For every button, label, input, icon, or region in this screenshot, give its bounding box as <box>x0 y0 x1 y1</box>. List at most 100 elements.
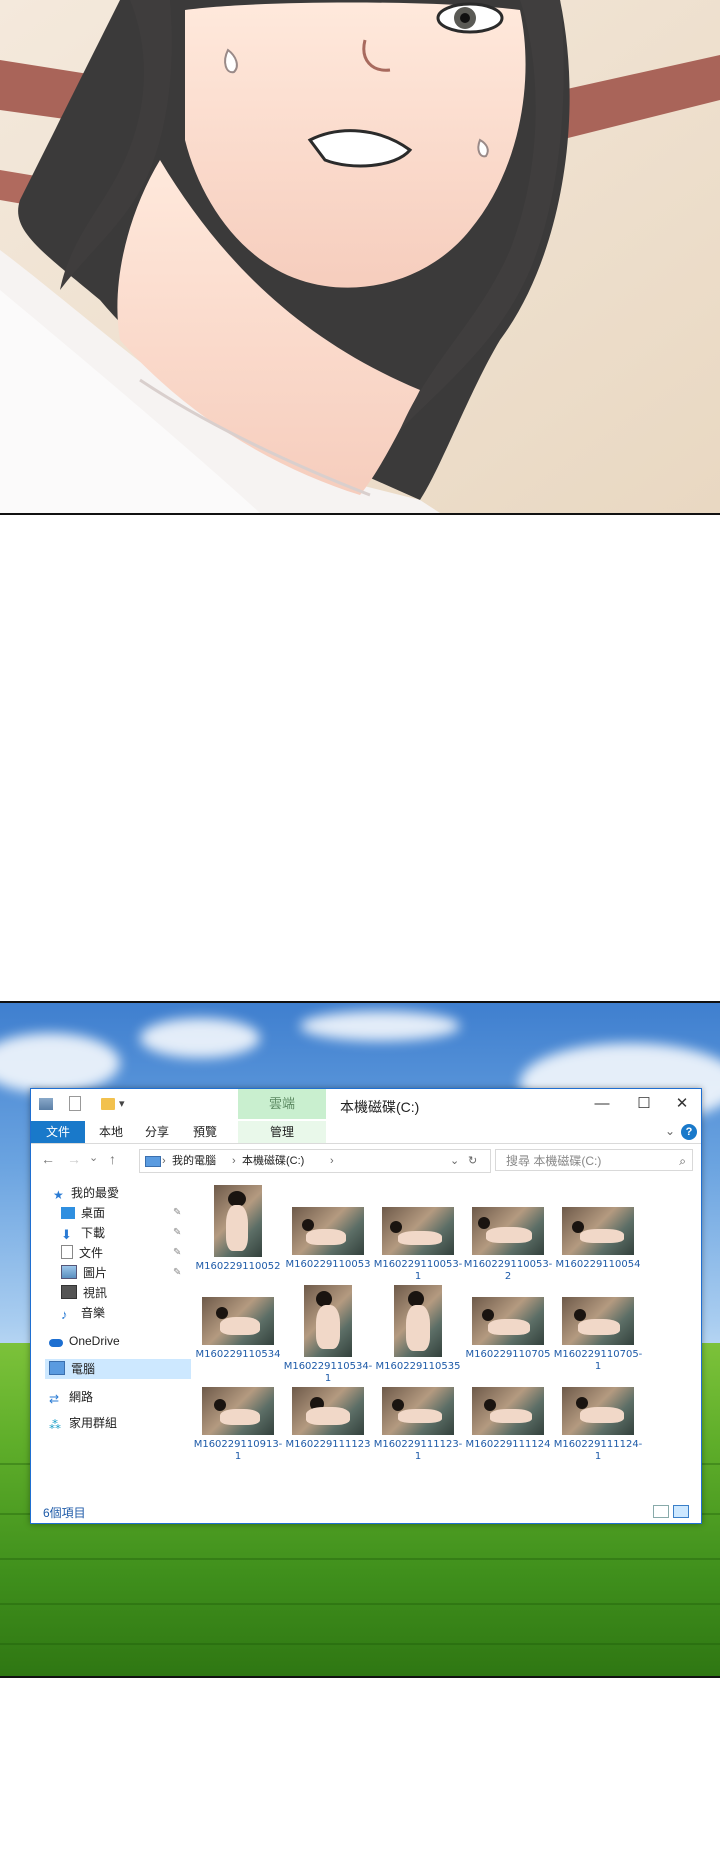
sidebar-item-documents[interactable]: 文件 <box>61 1243 103 1263</box>
file-name: M160229110705 <box>465 1349 551 1360</box>
file-thumbnail[interactable]: M160229110053-1 <box>373 1207 463 1283</box>
sidebar-item-favorites[interactable]: ★ 我的最愛 <box>53 1183 119 1203</box>
breadcrumb-separator-icon: › <box>330 1155 334 1167</box>
picture-icon <box>61 1265 77 1279</box>
image-thumbnail <box>292 1387 364 1435</box>
file-name: M160229110053 <box>285 1259 371 1270</box>
new-document-icon[interactable] <box>69 1096 81 1111</box>
document-icon <box>61 1245 73 1259</box>
sidebar-item-videos[interactable]: 視訊 <box>61 1283 107 1303</box>
file-thumbnail[interactable]: M160229111123-1 <box>373 1387 463 1463</box>
back-button[interactable]: ← <box>41 1151 55 1167</box>
file-name: M160229110053-2 <box>463 1259 553 1282</box>
sidebar-item-this-pc[interactable]: 電腦 <box>45 1359 191 1379</box>
close-button[interactable]: ✕ <box>667 1093 697 1115</box>
file-thumbnail[interactable]: M160229110535 <box>373 1285 463 1373</box>
star-icon: ★ <box>53 1188 64 1202</box>
item-count: 6個項目 <box>43 1506 86 1520</box>
sidebar-item-downloads[interactable]: ⬇ 下載 <box>61 1223 105 1243</box>
sidebar-item-label: 視訊 <box>83 1286 108 1300</box>
sidebar-item-label: 圖片 <box>83 1266 108 1280</box>
search-placeholder: 搜尋 本機磁碟(C:) <box>506 1154 602 1168</box>
sidebar-item-label: 文件 <box>79 1246 104 1260</box>
file-name: M160229111123-1 <box>373 1439 463 1462</box>
sidebar-item-label: 家用群組 <box>69 1416 118 1430</box>
file-thumbnail[interactable]: M160229111124 <box>463 1387 553 1451</box>
large-icons-view-icon[interactable] <box>673 1505 689 1518</box>
sidebar-item-label: 電腦 <box>71 1362 96 1376</box>
image-thumbnail <box>202 1297 274 1345</box>
sidebar-item-label: 我的最愛 <box>71 1186 120 1200</box>
file-thumbnail[interactable]: M160229110705-1 <box>553 1297 643 1373</box>
file-thumbnail[interactable]: M160229110052 <box>193 1185 283 1273</box>
file-thumbnail[interactable]: M160229110913-1 <box>193 1387 283 1463</box>
navigation-pane: ★ 我的最愛 桌面 ✎ ⬇ 下載 ✎ 文件 ✎ 圖片 ✎ 視訊 ♪ 音樂 One… <box>31 1177 191 1499</box>
image-thumbnail <box>472 1297 544 1345</box>
sidebar-item-label: 下載 <box>81 1226 106 1240</box>
sidebar-item-label: 網路 <box>69 1390 94 1404</box>
sidebar-item-desktop[interactable]: 桌面 <box>61 1203 105 1223</box>
breadcrumb-local-disk[interactable]: 本機磁碟(C:) <box>242 1150 304 1172</box>
file-thumbnail[interactable]: M160229110053 <box>283 1207 373 1271</box>
tab-manage[interactable]: 管理 <box>238 1121 326 1143</box>
sidebar-item-onedrive[interactable]: OneDrive <box>49 1331 120 1351</box>
file-name: M160229110534-1 <box>283 1361 373 1384</box>
address-bar[interactable]: › 我的電腦 › 本機磁碟(C:) › ⌄ ↻ <box>139 1149 491 1173</box>
help-icon[interactable]: ? <box>681 1124 697 1140</box>
breadcrumb-separator-icon: › <box>162 1155 166 1167</box>
search-icon[interactable]: ⌕ <box>679 1150 686 1172</box>
sidebar-item-homegroup[interactable]: ⁂ 家用群組 <box>49 1413 117 1433</box>
sidebar-item-music[interactable]: ♪ 音樂 <box>61 1303 105 1323</box>
recent-locations-button[interactable]: ⌄ <box>89 1151 98 1164</box>
details-view-icon[interactable] <box>653 1505 669 1518</box>
file-thumbnail[interactable]: M160229110053-2 <box>463 1207 553 1283</box>
file-thumbnail[interactable]: M160229110534 <box>193 1297 283 1361</box>
sidebar-item-label: 音樂 <box>81 1306 106 1320</box>
sidebar-item-network[interactable]: ⇄ 網路 <box>49 1387 93 1407</box>
title-bar: ▾ 雲端 本機磁碟(C:) — ☐ ✕ <box>31 1089 701 1121</box>
tab-view[interactable]: 預覽 <box>187 1121 223 1143</box>
image-thumbnail <box>394 1285 442 1357</box>
file-thumbnail[interactable]: M160229110054 <box>553 1207 643 1271</box>
file-thumbnail[interactable]: M160229111124-1 <box>553 1387 643 1463</box>
expand-ribbon-icon[interactable]: ⌄ <box>665 1124 675 1138</box>
file-name: M160229111124-1 <box>553 1439 643 1462</box>
file-name: M160229111124 <box>465 1439 551 1450</box>
file-name: M160229110534 <box>195 1349 281 1360</box>
minimize-button[interactable]: — <box>587 1093 617 1115</box>
search-input[interactable]: 搜尋 本機磁碟(C:) ⌕ <box>495 1149 693 1171</box>
tab-home[interactable]: 本地 <box>93 1121 129 1143</box>
image-thumbnail <box>214 1185 262 1257</box>
cloud-icon <box>49 1339 63 1347</box>
pin-icon: ✎ <box>173 1267 182 1278</box>
address-dropdown-icon[interactable]: ⌄ <box>450 1150 459 1172</box>
maximize-button[interactable]: ☐ <box>629 1093 659 1115</box>
image-thumbnail <box>304 1285 352 1357</box>
new-folder-icon[interactable] <box>101 1098 115 1110</box>
file-name: M160229110535 <box>375 1361 461 1372</box>
breadcrumb-this-pc[interactable]: 我的電腦 <box>172 1150 216 1172</box>
file-list: M160229110052 M160229110053 M16022911005… <box>193 1177 698 1499</box>
file-thumbnail[interactable]: M160229110705 <box>463 1297 553 1361</box>
refresh-icon[interactable]: ↻ <box>468 1150 477 1172</box>
pin-icon: ✎ <box>173 1247 182 1258</box>
tab-file[interactable]: 文件 <box>31 1121 85 1143</box>
music-icon: ♪ <box>61 1307 68 1322</box>
computer-icon <box>49 1361 65 1375</box>
tab-share[interactable]: 分享 <box>139 1121 175 1143</box>
image-thumbnail <box>382 1207 454 1255</box>
sidebar-item-pictures[interactable]: 圖片 <box>61 1263 107 1283</box>
image-thumbnail <box>562 1207 634 1255</box>
up-button[interactable]: ↑ <box>109 1151 116 1167</box>
image-thumbnail <box>472 1387 544 1435</box>
properties-icon[interactable] <box>39 1098 53 1110</box>
file-name: M160229110053-1 <box>373 1259 463 1282</box>
file-thumbnail[interactable]: M160229111123 <box>283 1387 373 1451</box>
context-tab-cloud: 雲端 <box>238 1089 326 1119</box>
forward-button[interactable]: → <box>67 1151 81 1167</box>
comic-panel-desktop: ▾ 雲端 本機磁碟(C:) — ☐ ✕ 文件 本地 分享 預覽 管理 ⌄ ? ←… <box>0 1001 720 1678</box>
network-icon: ⇄ <box>49 1392 60 1406</box>
file-thumbnail[interactable]: M160229110534-1 <box>283 1285 373 1385</box>
face-illustration <box>0 0 720 513</box>
customize-toolbar-icon[interactable]: ▾ <box>119 1097 125 1113</box>
